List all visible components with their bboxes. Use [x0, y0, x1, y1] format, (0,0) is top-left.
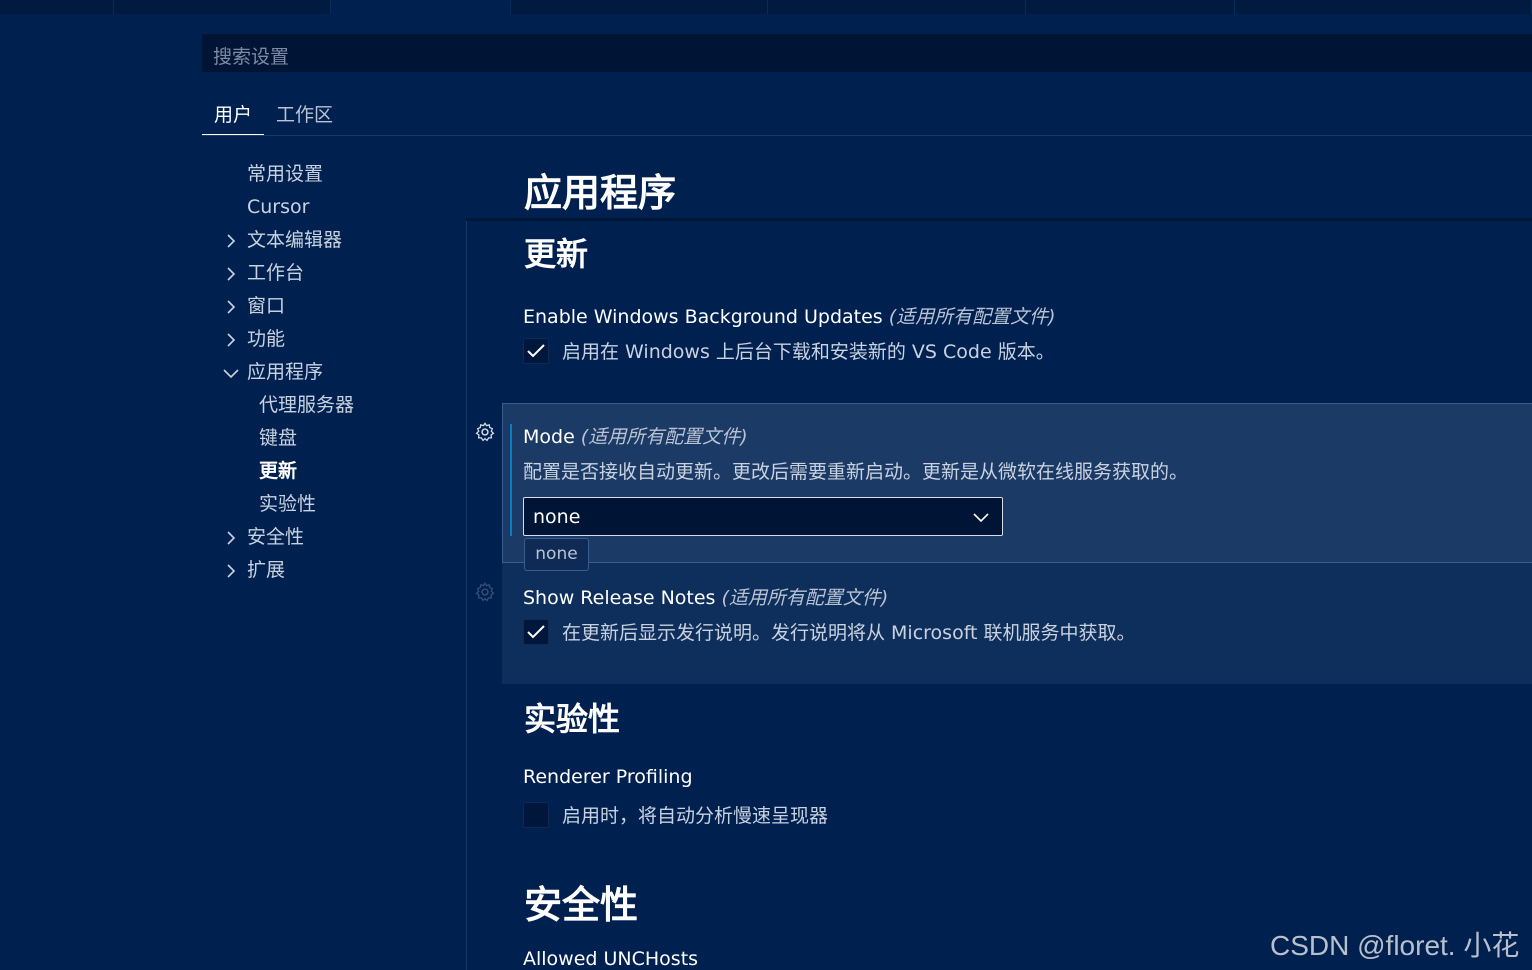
setting-title-renderer-profiling: Renderer Profiling — [523, 766, 693, 788]
toc-item-workbench[interactable]: 工作台 — [202, 257, 466, 290]
setting-title-bg-updates: Enable Windows Background Updates (适用所有配置… — [523, 302, 1056, 329]
setting-bg-updates-row: 启用在 Windows 上后台下载和安装新的 VS Code 版本。 — [523, 337, 1055, 364]
setting-title-release-notes: Show Release Notes (适用所有配置文件) — [523, 583, 888, 610]
toc-item-update[interactable]: 更新 — [202, 455, 466, 488]
toc-item-commonly-used[interactable]: 常用设置 — [202, 158, 466, 191]
toc-item-label: 安全性 — [247, 526, 305, 548]
toc-item-label: 键盘 — [259, 427, 298, 449]
section-heading-security: 安全性 — [524, 883, 639, 927]
release-notes-description: 在更新后显示发行说明。发行说明将从 Microsoft 联机服务中获取。 — [562, 622, 1136, 644]
check-icon — [527, 343, 545, 357]
chevron-right-icon — [222, 521, 240, 554]
editor-tab[interactable] — [1026, 0, 1235, 14]
toc-item-application[interactable]: 应用程序 — [202, 356, 466, 389]
watermark: CSDN @floret. 小花 — [1270, 930, 1520, 961]
toc-divider — [466, 220, 467, 970]
toc-item-proxy[interactable]: 代理服务器 — [202, 389, 466, 422]
setting-name: Allowed UNCHosts — [523, 948, 699, 970]
toc-item-window[interactable]: 窗口 — [202, 290, 466, 323]
editor-tab[interactable] — [1235, 0, 1532, 14]
editor-tab[interactable] — [511, 0, 768, 14]
check-icon — [527, 624, 545, 638]
page-title: 应用程序 — [524, 171, 677, 215]
mode-select[interactable]: none — [523, 497, 1003, 536]
setting-scope: (适用所有配置文件) — [721, 587, 889, 609]
section-heading-experimental: 实验性 — [524, 700, 621, 738]
editor-tab[interactable] — [0, 0, 114, 14]
gear-icon[interactable] — [474, 581, 496, 603]
tab-user[interactable]: 用户 — [202, 96, 265, 136]
setting-title-allowed-unc: Allowed UNCHosts — [523, 948, 698, 970]
search-placeholder: 搜索设置 — [213, 46, 290, 68]
setting-name: Renderer Profiling — [523, 766, 693, 788]
setting-renderer-profiling-row: 启用时，将自动分析慢速呈现器 — [523, 801, 828, 828]
toc-item-label: 应用程序 — [247, 361, 324, 383]
renderer-profiling-checkbox[interactable] — [523, 801, 549, 828]
focus-indicator — [510, 424, 512, 536]
setting-scope: (适用所有配置文件) — [888, 306, 1056, 328]
chevron-down-icon — [973, 513, 989, 523]
toc-item-experimental[interactable]: 实验性 — [202, 488, 466, 521]
mode-description: 配置是否接收自动更新。更改后需要重新启动。更新是从微软在线服务获取的。 — [523, 461, 1189, 483]
setting-scope: (适用所有配置文件) — [580, 426, 748, 448]
setting-name: Enable Windows Background Updates — [523, 306, 883, 328]
setting-title-mode: Mode (适用所有配置文件) — [523, 422, 748, 449]
release-notes-checkbox[interactable] — [523, 618, 549, 645]
toc-item-keyboard[interactable]: 键盘 — [202, 422, 466, 455]
toc-item-label: 功能 — [247, 328, 286, 350]
editor-tab[interactable] — [768, 0, 1026, 14]
settings-search-input[interactable]: 搜索设置 — [202, 34, 1532, 72]
mode-tooltip: none — [524, 538, 589, 571]
sticky-header-shadow — [466, 218, 1532, 221]
settings-scope-tabs: 用户 工作区 — [202, 96, 345, 136]
setting-release-notes-row: 在更新后显示发行说明。发行说明将从 Microsoft 联机服务中获取。 — [523, 618, 1136, 645]
setting-name: Mode — [523, 426, 575, 448]
toc-item-security[interactable]: 安全性 — [202, 521, 466, 554]
chevron-right-icon — [222, 323, 240, 356]
toc-item-extensions[interactable]: 扩展 — [202, 554, 466, 587]
chevron-right-icon — [222, 224, 240, 257]
chevron-right-icon — [222, 554, 240, 587]
chevron-down-icon — [222, 356, 240, 389]
renderer-profiling-description: 启用时，将自动分析慢速呈现器 — [562, 805, 829, 827]
toc-item-cursor[interactable]: Cursor — [202, 191, 466, 224]
settings-toc: 常用设置 Cursor 文本编辑器 工作台 窗口 功能 应用程序 代理服务器 键… — [202, 158, 466, 587]
mode-select-value: none — [533, 506, 581, 528]
toc-item-features[interactable]: 功能 — [202, 323, 466, 356]
editor-tab-strip — [0, 0, 1532, 14]
toc-item-label: Cursor — [247, 196, 310, 218]
bg-updates-description: 启用在 Windows 上后台下载和安装新的 VS Code 版本。 — [562, 341, 1055, 363]
toc-item-label: 实验性 — [259, 493, 317, 515]
toc-item-label: 工作台 — [247, 262, 305, 284]
tab-workspace[interactable]: 工作区 — [264, 96, 345, 136]
chevron-right-icon — [222, 290, 240, 323]
toc-item-label: 扩展 — [247, 559, 286, 581]
chevron-right-icon — [222, 257, 240, 290]
gear-icon[interactable] — [474, 421, 496, 443]
section-heading-update: 更新 — [524, 235, 589, 273]
toc-item-label: 窗口 — [247, 295, 286, 317]
setting-name: Show Release Notes — [523, 587, 716, 609]
toc-item-text-editor[interactable]: 文本编辑器 — [202, 224, 466, 257]
toc-item-label: 更新 — [259, 460, 298, 482]
toc-item-label: 代理服务器 — [259, 394, 355, 416]
bg-updates-checkbox[interactable] — [523, 337, 549, 364]
editor-tab[interactable] — [114, 0, 331, 14]
toc-item-label: 文本编辑器 — [247, 229, 343, 251]
scope-divider — [202, 135, 1532, 136]
editor-tab-active[interactable] — [331, 0, 511, 14]
toc-item-label: 常用设置 — [247, 163, 324, 185]
